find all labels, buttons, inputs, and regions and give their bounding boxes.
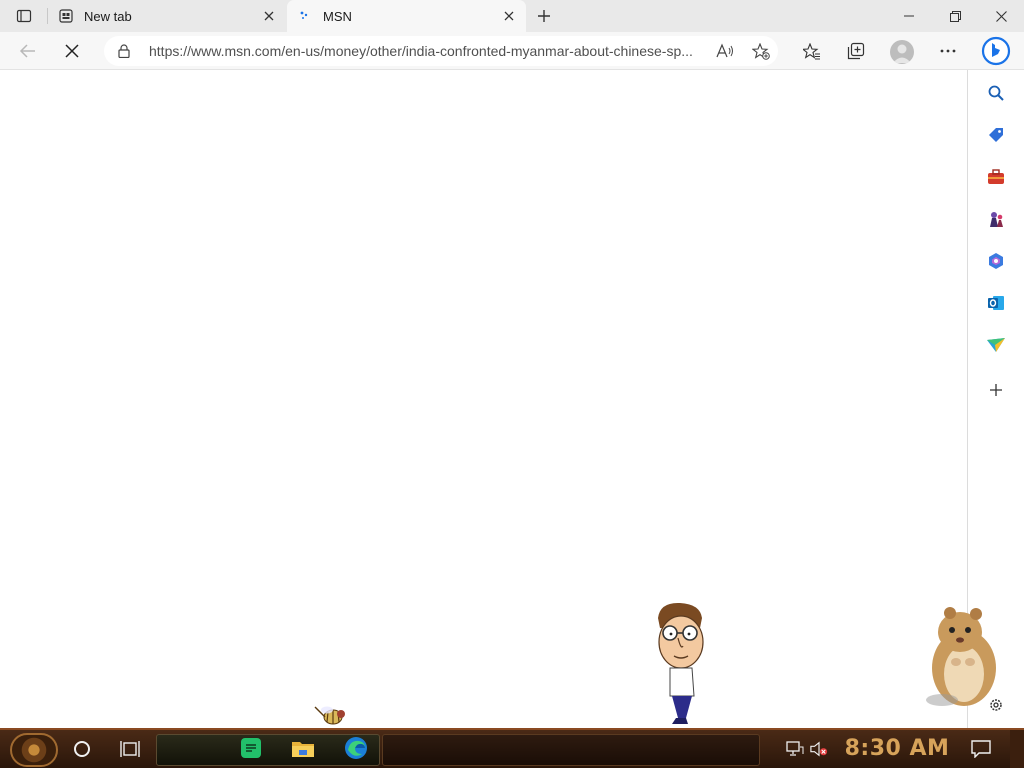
lock-icon[interactable] — [116, 43, 132, 59]
back-button[interactable] — [12, 35, 44, 67]
url-text[interactable]: https://www.msn.com/en-us/money/other/in… — [149, 43, 715, 59]
favorites-button[interactable] — [796, 35, 828, 67]
sidebar-games[interactable] — [985, 208, 1007, 230]
settings-and-more-button[interactable] — [932, 35, 964, 67]
collections-icon — [847, 42, 865, 60]
new-tab-icon — [58, 8, 74, 24]
browser-toolbar: https://www.msn.com/en-us/money/other/in… — [0, 32, 1024, 70]
task-view-button[interactable] — [120, 740, 140, 758]
edge-icon — [345, 737, 367, 759]
bing-icon — [981, 36, 1011, 66]
games-icon — [990, 212, 1003, 227]
office-icon — [989, 253, 1003, 269]
notifications-icon[interactable] — [970, 739, 992, 759]
sidebar-send[interactable] — [985, 334, 1007, 356]
sidebar-tools[interactable] — [985, 166, 1007, 188]
send-icon — [987, 338, 1005, 352]
tab-msn[interactable]: MSN — [287, 0, 526, 32]
edge-button[interactable] — [344, 736, 368, 760]
notes-app-button[interactable] — [239, 736, 263, 760]
sidebar-shopping[interactable] — [985, 124, 1007, 146]
notes-app-icon — [241, 738, 261, 758]
minimize-icon — [904, 15, 914, 17]
add-icon — [990, 384, 1002, 396]
plus-icon — [538, 10, 550, 22]
search-circle-icon[interactable] — [74, 741, 90, 757]
more-icon — [940, 49, 956, 53]
tab-actions-button[interactable] — [8, 3, 40, 29]
sidebar-office[interactable] — [985, 250, 1007, 272]
volume-muted-icon[interactable] — [810, 740, 828, 758]
restore-icon — [949, 10, 961, 22]
search-icon — [988, 85, 1004, 101]
stop-loading-button[interactable] — [56, 35, 88, 67]
tab-actions-icon — [16, 9, 32, 23]
sidebar-search[interactable] — [985, 82, 1007, 104]
hamster-mascot — [920, 604, 1008, 708]
restore-button[interactable] — [932, 0, 978, 32]
add-favorite-icon[interactable] — [751, 42, 771, 60]
favorites-icon — [803, 42, 820, 59]
close-tab-icon[interactable] — [500, 7, 518, 25]
profile-icon — [893, 44, 911, 63]
tools-icon — [988, 169, 1004, 184]
shopping-icon — [989, 128, 1003, 142]
sidebar-outlook[interactable] — [985, 292, 1007, 314]
taskbar-clock[interactable]: 8:30 AM — [842, 736, 952, 764]
file-explorer-icon — [292, 742, 314, 757]
new-tab-button[interactable] — [531, 4, 557, 28]
tab-new-tab[interactable]: New tab — [48, 0, 286, 32]
page-content[interactable] — [0, 70, 967, 728]
file-explorer-button[interactable] — [291, 736, 315, 760]
tab-title: MSN — [323, 9, 352, 24]
taskbar-running-area — [382, 734, 760, 766]
minimize-button[interactable] — [886, 0, 932, 32]
screen: New tab MSN https://www.msn.com/en-us/mo… — [0, 0, 1024, 768]
desktop-pet-bee — [313, 703, 347, 729]
profile-button[interactable] — [890, 40, 914, 64]
read-aloud-icon[interactable] — [715, 42, 735, 60]
msn-loading-icon — [297, 8, 313, 24]
cartoon-man-mascot — [650, 600, 714, 726]
close-icon — [995, 10, 1007, 22]
network-icon[interactable] — [786, 740, 804, 758]
sidebar-add[interactable] — [985, 379, 1007, 401]
show-desktop-button[interactable] — [1010, 730, 1024, 768]
close-tab-icon[interactable] — [260, 7, 278, 25]
address-bar[interactable]: https://www.msn.com/en-us/money/other/in… — [104, 36, 778, 66]
bing-chat-button[interactable] — [979, 34, 1013, 68]
tab-strip: New tab MSN — [0, 0, 1024, 32]
stop-loading-icon — [65, 44, 79, 58]
collections-button[interactable] — [840, 35, 872, 67]
start-button[interactable] — [10, 733, 58, 767]
tab-title: New tab — [84, 9, 132, 24]
close-window-button[interactable] — [978, 0, 1024, 32]
back-icon — [19, 44, 35, 58]
task-view-icon — [120, 741, 140, 757]
taskbar: 8:30 AM — [0, 728, 1024, 768]
outlook-icon — [988, 296, 1004, 310]
